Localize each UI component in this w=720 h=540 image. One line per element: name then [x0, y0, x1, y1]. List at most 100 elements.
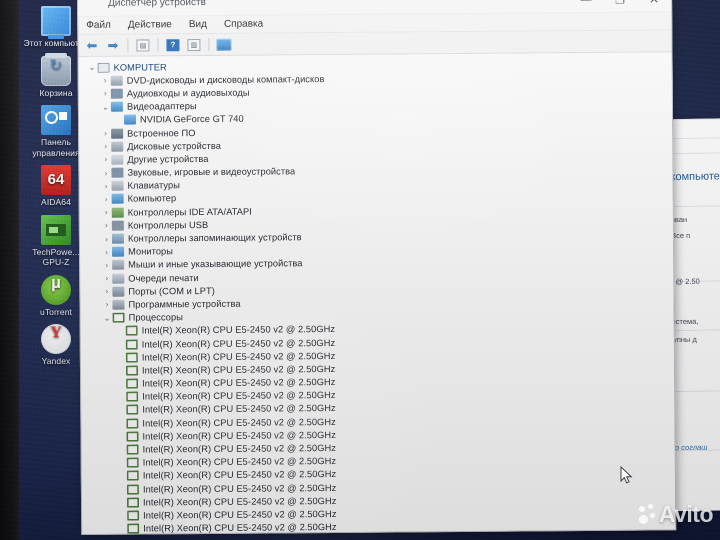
- help-icon: ?: [166, 38, 180, 51]
- processors-icon: [112, 312, 125, 323]
- display-adapter-icon: [110, 101, 123, 112]
- device-tree: ⌄ KOMPUTER › DVD-дисководы и дисководы комп…: [79, 56, 676, 534]
- properties-button[interactable]: ▤: [134, 37, 151, 53]
- tree-node-label: Звуковые, игровые и видеоустройства: [127, 166, 296, 178]
- tree-node-label: Порты (COM и LPT): [128, 285, 215, 297]
- back-icon[interactable]: ⬅: [83, 37, 100, 53]
- update-driver-icon: ▥: [187, 38, 201, 51]
- tree-node-label: Мыши и иные указывающие устройства: [128, 258, 303, 271]
- close-button[interactable]: ✕: [637, 0, 671, 13]
- cpu-icon: [126, 405, 139, 416]
- computer-icon: [111, 194, 124, 205]
- tree-node-label: KOMPUTER: [113, 61, 167, 73]
- tree-node-label: Контроллеры IDE ATA/ATAPI: [127, 206, 252, 218]
- gpu-device-icon: [123, 114, 137, 125]
- tree-node-label: Intel(R) Xeon(R) CPU E5-2450 v2 @ 2.50GH…: [142, 416, 336, 429]
- chevron-right-icon[interactable]: ›: [101, 221, 112, 230]
- device-tree-panel[interactable]: ⌄ KOMPUTER › DVD-дисководы и дисководы комп…: [78, 52, 676, 534]
- toolbar-separator: [208, 37, 210, 51]
- storage-controller-icon: [111, 233, 124, 244]
- tree-node-label: Intel(R) Xeon(R) CPU E5-2450 v2 @ 2.50GH…: [143, 508, 337, 521]
- tree-node-label: Мониторы: [128, 246, 174, 257]
- menu-item-3[interactable]: Справка: [224, 19, 263, 30]
- aida64-icon: 64: [41, 165, 71, 195]
- cpu-icon: [125, 339, 138, 350]
- forward-icon[interactable]: ➡: [104, 37, 121, 53]
- update-driver-button[interactable]: ▥: [185, 37, 202, 53]
- this-pc-icon: [41, 6, 71, 39]
- chevron-right-icon[interactable]: ›: [101, 287, 112, 296]
- tree-node-label: Аудиовходы и аудиовыходы: [126, 87, 250, 99]
- chevron-down-icon[interactable]: ⌄: [87, 63, 98, 72]
- cpu-icon: [125, 352, 138, 363]
- chevron-down-icon[interactable]: ⌄: [102, 313, 113, 322]
- software-devices-icon: [112, 299, 125, 310]
- chevron-right-icon[interactable]: ›: [101, 274, 112, 283]
- tree-node-label: Intel(R) Xeon(R) CPU E5-2450 v2 @ 2.50GH…: [142, 377, 336, 389]
- tree-node-label: Очереди печати: [128, 272, 199, 284]
- chevron-right-icon[interactable]: ›: [101, 182, 112, 191]
- tree-node-label: Intel(R) Xeon(R) CPU E5-2450 v2 @ 2.50GH…: [141, 363, 336, 376]
- chevron-right-icon[interactable]: ›: [101, 261, 112, 270]
- mouse-cursor-icon: [620, 466, 633, 484]
- tree-node-label: Intel(R) Xeon(R) CPU E5-2450 v2 @ 2.50GH…: [142, 469, 337, 481]
- chevron-right-icon[interactable]: ›: [100, 142, 111, 151]
- print-queue-icon: [112, 273, 125, 284]
- chevron-right-icon[interactable]: ›: [100, 168, 111, 177]
- toolbar-separator: [127, 38, 129, 52]
- chevron-down-icon[interactable]: ⌄: [100, 102, 111, 111]
- tree-node-label: Intel(R) Xeon(R) CPU E5-2450 v2 @ 2.50GH…: [143, 522, 337, 534]
- tree-node-label: Intel(R) Xeon(R) CPU E5-2450 v2 @ 2.50GH…: [142, 495, 337, 508]
- chevron-right-icon[interactable]: ›: [100, 89, 111, 98]
- help-button[interactable]: ?: [164, 37, 181, 53]
- tree-node-label: Intel(R) Xeon(R) CPU E5-2450 v2 @ 2.50GH…: [142, 456, 337, 468]
- cpu-icon: [126, 457, 139, 468]
- computer-root-icon: [97, 62, 110, 73]
- cpu-icon: [126, 444, 139, 455]
- chevron-right-icon[interactable]: ›: [100, 129, 111, 138]
- chevron-right-icon[interactable]: ›: [101, 208, 112, 217]
- window-controls: — ❐ ✕: [569, 0, 671, 13]
- cpu-icon: [126, 497, 140, 508]
- chevron-right-icon[interactable]: ›: [101, 247, 112, 256]
- tree-node-label: Дисковые устройства: [127, 140, 221, 152]
- avito-watermark-text: Avito: [658, 501, 714, 527]
- minimize-button[interactable]: —: [569, 0, 603, 13]
- ports-icon: [112, 286, 125, 297]
- tree-node-label: Intel(R) Xeon(R) CPU E5-2450 v2 @ 2.50GH…: [142, 482, 337, 495]
- cpu-icon: [126, 484, 139, 495]
- cpu-icon: [126, 391, 139, 402]
- usb-controller-icon: [111, 220, 124, 231]
- scan-hardware-button[interactable]: [215, 36, 232, 52]
- photographed-screen: Этот компьютерКорзинаПанель управления64…: [0, 0, 720, 540]
- menu-item-0[interactable]: Файл: [86, 20, 111, 31]
- avito-watermark: Avito: [638, 501, 714, 528]
- tree-node-label: Intel(R) Xeon(R) CPU E5-2450 v2 @ 2.50GH…: [141, 337, 336, 350]
- menu-item-2[interactable]: Вид: [189, 19, 207, 30]
- cpu-icon: [126, 378, 139, 389]
- tree-node-label: Intel(R) Xeon(R) CPU E5-2450 v2 @ 2.50GH…: [142, 390, 336, 402]
- audio-io-icon: [110, 88, 123, 99]
- chevron-right-icon[interactable]: ›: [100, 155, 111, 164]
- chevron-right-icon[interactable]: ›: [101, 234, 112, 243]
- tree-node-label: DVD-дисководы и дисководы компакт-дисков: [126, 73, 325, 86]
- gpu-z-icon: [41, 214, 71, 245]
- control-panel-icon: [41, 105, 71, 135]
- tree-node-label: Контроллеры запоминающих устройств: [127, 232, 302, 244]
- menu-item-1[interactable]: Действие: [128, 19, 172, 30]
- tree-node-label: Компьютер: [127, 193, 177, 205]
- chevron-right-icon[interactable]: ›: [101, 300, 112, 309]
- chevron-right-icon[interactable]: ›: [101, 195, 112, 204]
- tree-node-label: Intel(R) Xeon(R) CPU E5-2450 v2 @ 2.50GH…: [142, 403, 336, 415]
- cpu-icon: [127, 523, 140, 534]
- maximize-button[interactable]: ❐: [603, 0, 637, 13]
- scan-hardware-icon: [216, 38, 232, 51]
- chevron-right-icon[interactable]: ›: [100, 76, 111, 85]
- tree-node-label: Процессоры: [128, 312, 183, 323]
- device-manager-window[interactable]: Диспетчер устройств — ❐ ✕ Файл Действие Ви…: [77, 0, 677, 535]
- cpu-icon: [127, 510, 140, 521]
- tree-node-label: Intel(R) Xeon(R) CPU E5-2450 v2 @ 2.50GH…: [142, 443, 337, 455]
- tree-node-label: Intel(R) Xeon(R) CPU E5-2450 v2 @ 2.50GH…: [142, 429, 336, 442]
- recycle-bin-icon: [41, 52, 71, 86]
- avito-logo-icon: [638, 504, 656, 525]
